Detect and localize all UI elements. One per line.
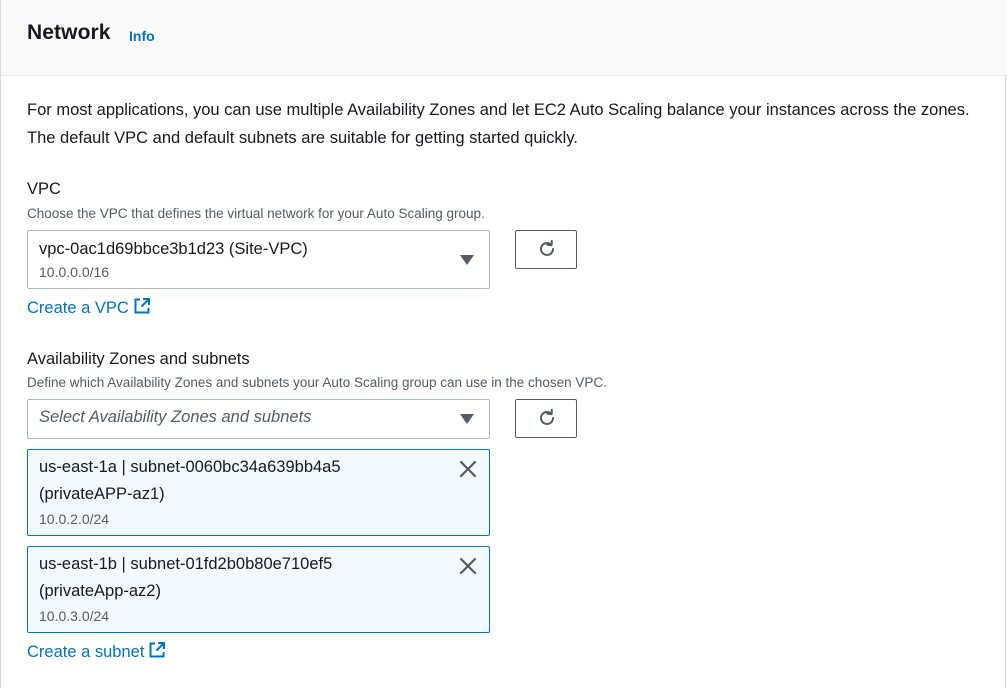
refresh-icon	[540, 239, 554, 256]
caret-down-icon	[460, 414, 474, 424]
subnet-token-id: us-east-1a | subnet-0060bc34a639bb4a5	[39, 458, 341, 476]
subnets-placeholder: Select Availability Zones and subnets	[39, 408, 312, 426]
subnet-token-name: (privateAPP-az1)	[39, 485, 165, 503]
subnets-hint: Define which Availability Zones and subn…	[27, 375, 607, 390]
vpc-refresh-button[interactable]	[515, 230, 577, 269]
vpc-select[interactable]: vpc-0ac1d69bbce3b1d23 (Site-VPC) 10.0.0.…	[27, 230, 490, 289]
create-vpc-link[interactable]: Create a VPC	[27, 297, 151, 318]
create-subnet-link-label: Create a subnet	[27, 643, 145, 661]
subnet-token: us-east-1a | subnet-0060bc34a639bb4a5 (p…	[27, 449, 490, 536]
panel-title: Network	[27, 21, 111, 44]
vpc-label: VPC	[27, 180, 61, 198]
close-icon[interactable]	[459, 557, 477, 575]
subnet-token-name: (privateApp-az2)	[39, 582, 161, 600]
subnet-token: us-east-1b | subnet-01fd2b0b80e710ef5 (p…	[27, 546, 490, 633]
external-link-icon	[149, 642, 166, 658]
vpc-selected-cidr: 10.0.0.0/16	[39, 264, 110, 280]
vpc-hint: Choose the VPC that defines the virtual …	[27, 206, 485, 221]
subnets-select[interactable]: Select Availability Zones and subnets	[27, 399, 490, 439]
subnet-token-id: us-east-1b | subnet-01fd2b0b80e710ef5	[39, 555, 333, 573]
caret-down-icon	[460, 255, 474, 265]
network-panel: Network Info For most applications, you …	[0, 0, 1007, 688]
panel-header: Network Info	[1, 0, 1007, 76]
info-link[interactable]: Info	[129, 28, 155, 44]
close-icon[interactable]	[459, 460, 477, 478]
external-link-icon	[134, 298, 150, 314]
vpc-selected-value: vpc-0ac1d69bbce3b1d23 (Site-VPC)	[39, 240, 308, 258]
refresh-icon	[540, 408, 554, 425]
section-description: For most applications, you can use multi…	[27, 101, 970, 147]
subnets-label: Availability Zones and subnets	[27, 350, 250, 368]
create-subnet-link[interactable]: Create a subnet	[27, 641, 166, 662]
create-vpc-link-label: Create a VPC	[27, 299, 129, 317]
subnet-token-cidr: 10.0.3.0/24	[39, 608, 110, 624]
subnet-token-cidr: 10.0.2.0/24	[39, 511, 110, 527]
subnets-refresh-button[interactable]	[515, 399, 577, 438]
